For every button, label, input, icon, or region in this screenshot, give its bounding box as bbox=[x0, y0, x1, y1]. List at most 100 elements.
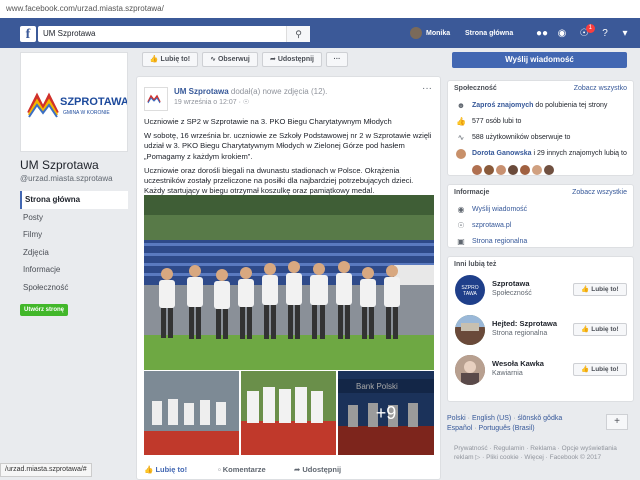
globe-icon: ☉ bbox=[242, 99, 250, 106]
friend-face-avatar[interactable] bbox=[520, 165, 530, 175]
info-category[interactable]: ▣ Strona regionalna bbox=[448, 237, 633, 247]
post-paragraph: Uczniowie oraz dorośli biegali na dwunas… bbox=[144, 165, 414, 196]
post-share-button[interactable]: ➦ Udostępnij bbox=[294, 465, 341, 474]
friend-face-avatar[interactable] bbox=[508, 165, 518, 175]
friend-face-avatar[interactable] bbox=[484, 165, 494, 175]
community-card: Społeczność Zobacz wszystko ☻ Zaproś znajo… bbox=[447, 80, 634, 176]
nav-about[interactable]: Informacje bbox=[20, 261, 128, 279]
post-options-icon[interactable]: ··· bbox=[422, 83, 432, 94]
related-page-category: Kawiarnia bbox=[492, 370, 523, 377]
home-link[interactable]: Strona główna bbox=[465, 26, 513, 42]
photo-thumbnails: Bank Polski +9 bbox=[144, 371, 434, 455]
like-icon: 👍 bbox=[144, 465, 154, 474]
post-timestamp[interactable]: 19 września o 12:07 · ☉ bbox=[174, 98, 249, 106]
more-button[interactable]: ··· bbox=[326, 52, 348, 67]
messenger-icon[interactable]: ◉ bbox=[555, 27, 569, 41]
svg-text:TAWA: TAWA bbox=[463, 291, 477, 297]
lang-link[interactable]: Español bbox=[447, 425, 472, 432]
lang-link[interactable]: Polski bbox=[447, 415, 466, 422]
page-handle[interactable]: @urzad.miasta.szprotawa bbox=[20, 174, 113, 183]
nav-photos[interactable]: Zdjęcia bbox=[20, 244, 128, 262]
address-bar[interactable]: www.facebook.com/urzad.miasta.szprotawa/ bbox=[0, 0, 640, 18]
help-icon[interactable]: ? bbox=[598, 27, 612, 41]
photo-thumbnail[interactable]: Bank Polski +9 bbox=[338, 371, 434, 455]
send-message-button[interactable]: Wyślij wiadomość bbox=[452, 52, 627, 68]
related-page: SZPRO TAWA Szprotawa Społeczność 👍 Lubię … bbox=[448, 271, 633, 311]
search-input[interactable]: UM Szprotawa ⚲ bbox=[38, 26, 310, 42]
language-list: Polski · English (US) · ślōnskŏ gŏdka Es… bbox=[447, 415, 563, 432]
nav-videos[interactable]: Filmy bbox=[20, 226, 128, 244]
related-page-category: Strona regionalna bbox=[492, 330, 548, 337]
lang-link[interactable]: ślōnskŏ gŏdka bbox=[517, 415, 562, 422]
related-like-button[interactable]: 👍 Lubię to! bbox=[573, 363, 627, 376]
photo-thumbnail[interactable] bbox=[144, 371, 239, 455]
page-title: UM Szprotawa bbox=[20, 158, 99, 172]
search-icon[interactable]: ⚲ bbox=[286, 26, 310, 42]
related-page-avatar[interactable] bbox=[455, 355, 485, 385]
followers-row: ∿ 588 użytkowników obserwuje to bbox=[457, 133, 571, 142]
friend-face-avatar[interactable] bbox=[544, 165, 554, 175]
add-language-button[interactable]: + bbox=[606, 414, 628, 430]
post-main-photo[interactable] bbox=[144, 195, 434, 370]
like-page-button[interactable]: 👍 Lubię to! bbox=[142, 52, 198, 67]
friends-icon[interactable]: ●● bbox=[535, 27, 549, 41]
globe-icon[interactable]: ☉ 1 bbox=[577, 24, 595, 41]
post-header: UM Szprotawa dodał(a) nowe zdjęcia (12). bbox=[174, 87, 327, 96]
post-actions: 👍 Lubię to! ▫ Komentarze ➦ Udostępnij bbox=[144, 465, 436, 479]
info-website[interactable]: ☉ szprotawa.pl bbox=[448, 221, 633, 231]
runners-photo bbox=[144, 371, 239, 455]
related-page: Hejted: Szprotawa Strona regionalna 👍 Lu… bbox=[448, 311, 633, 351]
facebook-logo-icon[interactable]: f bbox=[20, 26, 36, 42]
related-like-button[interactable]: 👍 Lubię to! bbox=[573, 323, 627, 336]
messenger-icon: ◉ bbox=[457, 205, 465, 214]
profile-picture[interactable]: SZPROTAWA GMINA W KORONIE bbox=[20, 52, 129, 152]
related-page-name[interactable]: Hejted: Szprotawa bbox=[492, 319, 557, 328]
post-like-button[interactable]: 👍 Lubię to! bbox=[144, 465, 187, 474]
like-icon: 👍 bbox=[581, 366, 590, 373]
post-author[interactable]: UM Szprotawa bbox=[174, 87, 229, 96]
related-page-name[interactable]: Szprotawa bbox=[492, 279, 530, 288]
related-page-name[interactable]: Wesoła Kawka bbox=[492, 359, 544, 368]
nav-community[interactable]: Społeczność bbox=[20, 279, 128, 297]
photo-thumbnail[interactable] bbox=[241, 371, 336, 455]
lang-link[interactable]: Português (Brasil) bbox=[479, 425, 535, 432]
related-like-button[interactable]: 👍 Lubię to! bbox=[573, 283, 627, 296]
page-nav: Strona główna Posty Filmy Zdjęcia Inform… bbox=[20, 191, 128, 296]
friend-face-avatar[interactable] bbox=[496, 165, 506, 175]
post-time: 19 września o 12:07 · bbox=[174, 99, 243, 106]
related-title: Inni lubią też bbox=[454, 261, 497, 268]
group-photo-children bbox=[144, 195, 434, 370]
profile-link[interactable]: Monika bbox=[410, 26, 450, 42]
rss-icon: ∿ bbox=[210, 56, 216, 63]
see-all-community-link[interactable]: Zobacz wszystko bbox=[574, 85, 627, 92]
related-page-category: Społeczność bbox=[492, 290, 532, 297]
post-text: Uczniowie z SP2 w Szprotawie na 3. PKO B… bbox=[144, 117, 436, 200]
see-all-info-link[interactable]: Zobacz wszystkie bbox=[572, 189, 627, 196]
rss-icon: ∿ bbox=[457, 133, 465, 142]
user-name: Monika bbox=[426, 30, 451, 37]
globe-icon: ☉ bbox=[457, 221, 465, 230]
nav-home[interactable]: Strona główna bbox=[20, 191, 128, 209]
create-page-button[interactable]: Utwórz stronę bbox=[20, 304, 69, 316]
related-page-avatar[interactable] bbox=[455, 315, 485, 345]
friends-like-row[interactable]: Dorota Ganowska i 29 innych znajomych lu… bbox=[448, 149, 633, 159]
invite-friends-row[interactable]: ☻ Zaproś znajomych do polubienia tej stro… bbox=[448, 101, 633, 111]
friend-faces bbox=[448, 165, 633, 177]
share-page-button[interactable]: ➦ Udostępnij bbox=[262, 52, 322, 67]
likes-count-row: 👍 577 osób lubi to bbox=[456, 117, 522, 126]
szprotawa-logo-small bbox=[147, 94, 161, 104]
friend-face-avatar[interactable] bbox=[472, 165, 482, 175]
chevron-down-icon[interactable]: ▾ bbox=[618, 27, 632, 41]
friend-avatar-icon bbox=[456, 149, 466, 159]
post-comment-button[interactable]: ▫ Komentarze bbox=[218, 465, 266, 474]
post-author-avatar[interactable] bbox=[144, 87, 168, 111]
nav-posts[interactable]: Posty bbox=[20, 209, 128, 227]
footer-links[interactable]: Prywatność · Regulamin · Reklama · Opcje… bbox=[454, 444, 634, 462]
lang-link[interactable]: English (US) bbox=[472, 415, 511, 422]
follow-button[interactable]: ∿ Obserwuj bbox=[202, 52, 258, 67]
more-photos-overlay[interactable]: +9 bbox=[338, 371, 434, 455]
post-paragraph: Uczniowie z SP2 w Szprotawie na 3. PKO B… bbox=[144, 117, 392, 126]
related-page-avatar[interactable]: SZPRO TAWA bbox=[455, 275, 485, 305]
friend-face-avatar[interactable] bbox=[532, 165, 542, 175]
info-send-message[interactable]: ◉ Wyślij wiadomość bbox=[448, 205, 633, 215]
